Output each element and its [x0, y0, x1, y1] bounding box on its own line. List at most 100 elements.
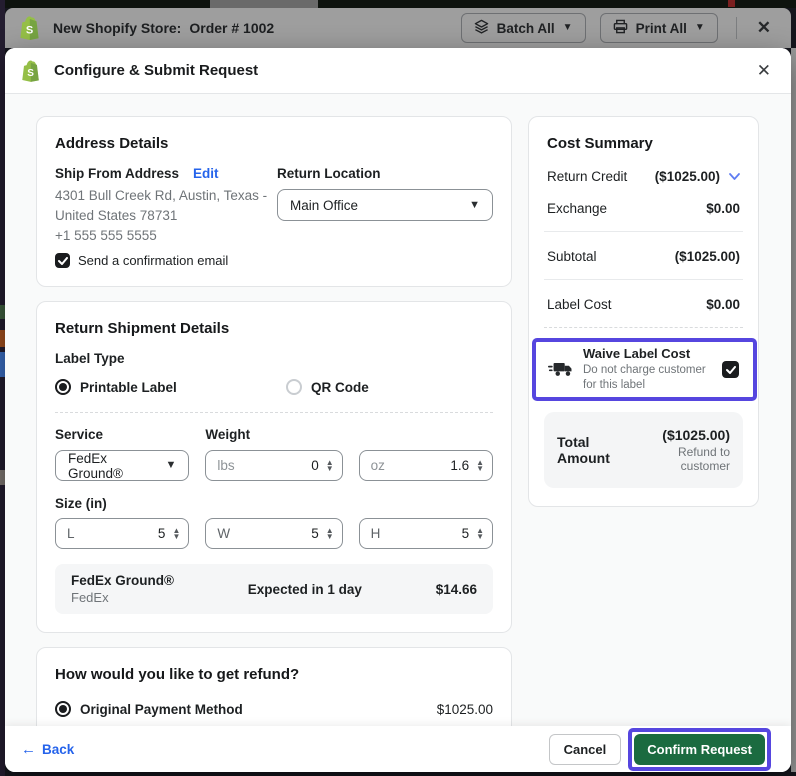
svg-text:S: S [26, 25, 33, 37]
weight-lbs-input[interactable]: lbs 0 ▲ ▼ [205, 450, 343, 481]
address-line-1: 4301 Bull Creek Rd, Austin, Texas - [55, 188, 268, 203]
back-label: Back [42, 741, 75, 757]
width-input[interactable]: W 5 ▲ ▼ [205, 518, 343, 549]
truck-icon [548, 361, 574, 378]
svg-text:S: S [27, 68, 34, 79]
batch-all-button[interactable]: Batch All ▼ [460, 13, 586, 43]
oz-value: 1.6 [450, 458, 470, 473]
modal-footer: ← Back Cancel Confirm Request [5, 726, 791, 772]
ship-from-label: Ship From Address [55, 166, 180, 181]
total-amount-box: Total Amount ($1025.00) Refund to custom… [544, 412, 743, 488]
label-type-label: Label Type [55, 351, 125, 366]
address-heading: Address Details [55, 135, 169, 152]
total-amount-value: ($1025.00) [662, 427, 730, 443]
backdrop-top-red-dot [728, 0, 735, 7]
return-credit-label: Return Credit [547, 169, 628, 184]
return-location-label: Return Location [277, 166, 381, 181]
back-link[interactable]: ← Back [21, 742, 74, 757]
modal-header: S Configure & Submit Request ✕ [5, 48, 791, 94]
refund-heading: How would you like to get refund? [55, 666, 300, 683]
radio-selected-icon[interactable] [55, 379, 71, 395]
address-line-2: United States 78731 [55, 208, 178, 223]
topbar-close-icon[interactable]: ✕ [751, 18, 777, 38]
subtotal-value: ($1025.00) [674, 249, 740, 264]
backdrop-top-gray-segment [210, 0, 318, 8]
label-cost-label: Label Cost [547, 297, 612, 312]
caret-down-icon: ▼ [562, 22, 573, 33]
height-input[interactable]: H 5 ▲ ▼ [358, 518, 494, 549]
length-input[interactable]: L 5 ▲ ▼ [55, 518, 190, 549]
exchange-row: Exchange $0.00 [544, 201, 743, 216]
layers-icon [474, 19, 489, 37]
modal-close-icon[interactable]: ✕ [753, 61, 775, 81]
phone-number: +1 555 555 5555 [55, 228, 157, 243]
stepper-arrows-icon[interactable]: ▲ ▼ [326, 458, 334, 472]
topbar-title: New Shopify Store: Order # 1002 [53, 20, 274, 36]
radio-selected-icon[interactable] [55, 701, 71, 717]
dotted-divider [544, 327, 743, 328]
oz-unit-label: oz [370, 458, 385, 473]
rate-summary-row[interactable]: FedEx Ground® FedEx Expected in 1 day $1… [55, 564, 493, 614]
refund-option-label: Original Payment Method [80, 701, 243, 717]
service-value: FedEx Ground® [68, 450, 123, 481]
edit-link[interactable]: Edit [193, 166, 219, 181]
background-topbar: S New Shopify Store: Order # 1002 Batch … [5, 8, 791, 48]
confirm-request-button[interactable]: Confirm Request [634, 733, 765, 765]
modal-body: Address Details Ship From Address Edit 4… [5, 94, 791, 726]
printable-label-option[interactable]: Printable Label [55, 379, 286, 395]
w-value: 5 [311, 526, 319, 541]
topbar-divider [735, 17, 737, 39]
refund-amount: $1025.00 [436, 701, 493, 717]
modal-title: Configure & Submit Request [54, 62, 259, 79]
confirmation-email-label: Send a confirmation email [78, 253, 229, 268]
caret-down-icon: ▼ [469, 198, 480, 211]
service-select[interactable]: FedEx Ground® ▼ [55, 450, 190, 481]
weight-oz-input[interactable]: oz 1.6 ▲ ▼ [358, 450, 494, 481]
return-credit-value: ($1025.00) [654, 169, 720, 184]
configure-submit-modal: S Configure & Submit Request ✕ Address D… [5, 48, 791, 772]
stepper-arrows-icon[interactable]: ▲ ▼ [476, 526, 484, 540]
lbs-value: 0 [311, 458, 319, 473]
cost-summary-heading: Cost Summary [547, 135, 653, 152]
label-cost-row: Label Cost $0.00 [544, 297, 743, 312]
h-unit-label: H [370, 526, 381, 541]
exchange-label: Exchange [547, 201, 608, 216]
rate-price: $14.66 [435, 581, 477, 597]
chevron-down-icon[interactable] [729, 173, 740, 180]
divider [544, 231, 743, 232]
rate-name: FedEx Ground® [71, 573, 174, 588]
rate-eta: Expected in 1 day [247, 581, 362, 597]
original-payment-option[interactable]: Original Payment Method $1025.00 [55, 701, 493, 717]
print-all-label: Print All [635, 20, 687, 36]
arrow-left-icon: ← [21, 740, 36, 758]
waive-label-checkbox[interactable] [722, 361, 739, 378]
waive-title: Waive Label Cost [583, 346, 691, 361]
backdrop-right-strip [791, 48, 796, 772]
caret-down-icon: ▼ [694, 22, 705, 33]
w-unit-label: W [217, 526, 231, 541]
backdrop-top-strip [0, 0, 796, 8]
stepper-arrows-icon[interactable]: ▲ ▼ [476, 458, 484, 472]
divider [544, 279, 743, 280]
store-name: New Shopify Store: [53, 20, 182, 36]
stepper-arrows-icon[interactable]: ▲ ▼ [172, 526, 180, 540]
printable-label-text: Printable Label [80, 379, 177, 395]
order-number: Order # 1002 [189, 20, 275, 36]
l-value: 5 [157, 526, 166, 541]
waive-desc: Do not charge customer for this label [583, 364, 706, 391]
cancel-button[interactable]: Cancel [548, 733, 622, 765]
lbs-unit-label: lbs [217, 458, 235, 473]
return-credit-row: Return Credit ($1025.00) [544, 169, 743, 184]
qr-code-option[interactable]: QR Code [286, 379, 369, 395]
l-unit-label: L [67, 526, 75, 541]
size-label: Size (in) [55, 496, 107, 511]
stepper-arrows-icon[interactable]: ▲ ▼ [326, 526, 334, 540]
service-label: Service [55, 427, 104, 442]
confirmation-email-checkbox[interactable] [55, 253, 70, 268]
print-all-button[interactable]: Print All ▼ [599, 13, 718, 43]
return-location-select[interactable]: Main Office ▼ [277, 189, 493, 221]
radio-unselected-icon[interactable] [286, 379, 302, 395]
rate-carrier: FedEx [71, 590, 109, 605]
section-divider [55, 412, 493, 413]
subtotal-row: Subtotal ($1025.00) [544, 249, 743, 264]
